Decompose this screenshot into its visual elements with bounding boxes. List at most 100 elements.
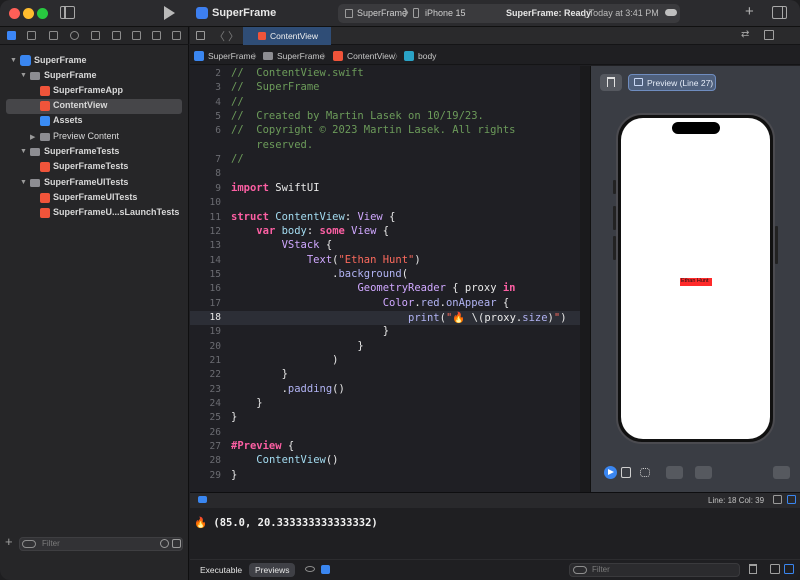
code-line[interactable]: 7 // (190, 153, 580, 167)
line-number[interactable]: 15 (190, 269, 221, 280)
run-destination-selector[interactable]: iPhone 15 (425, 8, 466, 18)
code-line[interactable]: 28 ContentView() (190, 454, 580, 468)
add-file-button[interactable]: + (5, 534, 13, 549)
line-number[interactable]: 20 (190, 341, 221, 352)
line-number[interactable]: 24 (190, 398, 221, 409)
code-line[interactable]: 29} (190, 469, 580, 483)
editor-canvas-divider[interactable] (580, 66, 590, 492)
line-number[interactable]: 23 (190, 384, 221, 395)
line-number[interactable]: 14 (190, 255, 221, 266)
code-line[interactable]: 8 (190, 167, 580, 181)
jump-bar-project[interactable]: SuperFrame (208, 51, 255, 61)
code-line[interactable]: 11 struct ContentView: View { (190, 211, 580, 225)
jump-bar-group[interactable]: SuperFrame (277, 51, 324, 61)
disclosure-down-icon[interactable]: ▼ (10, 57, 17, 64)
line-number[interactable]: 28 (190, 455, 221, 466)
disclosure-down-icon[interactable]: ▼ (20, 72, 27, 79)
tree-item-folder[interactable]: ▼ SuperFrameTests (6, 145, 182, 160)
code-line[interactable]: 2 // ContentView.swift (190, 67, 580, 81)
tab-executable[interactable]: Executable (194, 563, 248, 577)
code-line[interactable]: 17 Color.red.onAppear { (190, 297, 580, 311)
scheme-selector[interactable]: SuperFrame (357, 8, 407, 18)
tree-item-assets[interactable]: Assets (6, 114, 182, 129)
symbol-icon[interactable] (49, 31, 58, 40)
tree-item-file[interactable]: SuperFrameTests (6, 160, 182, 175)
console-view-icon[interactable] (787, 495, 796, 504)
eye-icon[interactable] (305, 566, 315, 572)
tree-item-folder[interactable]: ▼ SuperFrameUITests (6, 176, 182, 191)
line-number[interactable]: 16 (190, 283, 221, 294)
code-line[interactable]: 3 // SuperFrame (190, 81, 580, 95)
adjust-editor-icon[interactable]: ⇄ (741, 29, 749, 40)
issue-icon[interactable] (91, 31, 100, 40)
split-right-icon[interactable] (784, 564, 794, 574)
disclosure-right-icon[interactable]: ▶ (30, 133, 37, 141)
line-number[interactable]: 10 (190, 197, 221, 208)
zoom-icon[interactable] (773, 466, 790, 479)
tree-item-file[interactable]: SuperFrameU...sLaunchTests (6, 206, 182, 221)
related-items-icon[interactable] (196, 31, 205, 40)
line-number[interactable]: 9 (190, 183, 221, 194)
code-line[interactable]: 4 // (190, 96, 580, 110)
line-number[interactable]: 25 (190, 412, 221, 423)
line-number[interactable]: 26 (190, 427, 221, 438)
code-line[interactable]: 15 .background( (190, 268, 580, 282)
cloud-icon[interactable] (665, 9, 677, 16)
code-line[interactable]: 23 .padding() (190, 383, 580, 397)
jump-bar-file[interactable]: ContentView (347, 51, 395, 61)
source-control-icon[interactable] (27, 31, 36, 40)
code-line[interactable]: 10 (190, 196, 580, 210)
code-line[interactable]: 13 VStack { (190, 239, 580, 253)
code-line[interactable]: 19 } (190, 325, 580, 339)
debug-icon[interactable] (132, 31, 141, 40)
line-number[interactable]: 27 (190, 441, 221, 452)
code-line[interactable]: reserved. (190, 139, 580, 153)
search-icon[interactable] (70, 31, 79, 40)
toggle-inspector-icon[interactable] (772, 6, 787, 19)
close-window-button[interactable] (9, 8, 20, 19)
test-icon[interactable] (112, 31, 121, 40)
line-number[interactable]: 21 (190, 355, 221, 366)
minimize-window-button[interactable] (23, 8, 34, 19)
tree-item-file[interactable]: SuperFrameUITests (6, 191, 182, 206)
tree-item-folder[interactable]: ▶ Preview Content (6, 130, 182, 145)
add-editor-icon[interactable] (764, 30, 774, 40)
code-line[interactable]: 18 print("🔥 \(proxy.size)") (190, 311, 580, 325)
disclosure-down-icon[interactable]: ▼ (20, 148, 27, 155)
zoom-window-button[interactable] (37, 8, 48, 19)
toggle-navigator-icon[interactable] (60, 6, 75, 19)
forward-button[interactable]: 〉 (228, 28, 239, 44)
jump-bar-symbol[interactable]: body (418, 51, 436, 61)
variables-view-icon[interactable] (773, 495, 782, 504)
line-number[interactable]: 18 (190, 312, 221, 323)
add-library-button[interactable]: + (745, 3, 754, 20)
tree-item-file-selected[interactable]: ContentView (6, 99, 182, 114)
code-line[interactable]: 21 ) (190, 354, 580, 368)
back-button[interactable]: 〈 (214, 28, 225, 44)
modified-files-icon[interactable] (172, 539, 181, 548)
canvas-device-settings-button[interactable] (666, 466, 683, 479)
code-line[interactable]: 9 import SwiftUI (190, 182, 580, 196)
breakpoint-icon[interactable] (152, 31, 161, 40)
tree-item-file[interactable]: SuperFrameApp (6, 84, 182, 99)
code-line[interactable]: 26 (190, 426, 580, 440)
line-number[interactable]: 3 (190, 82, 221, 93)
live-preview-button[interactable] (604, 466, 617, 479)
run-button[interactable] (164, 6, 175, 20)
line-number[interactable]: 22 (190, 369, 221, 380)
swift-icon[interactable] (321, 565, 330, 574)
line-number[interactable]: 19 (190, 326, 221, 337)
code-line[interactable]: 12 var body: some View { (190, 225, 580, 239)
code-line[interactable]: 14 Text("Ethan Hunt") (190, 254, 580, 268)
line-number[interactable]: 4 (190, 97, 221, 108)
line-number[interactable]: 17 (190, 298, 221, 309)
preview-text-ethan-hunt[interactable]: Ethan Hunt (680, 278, 712, 286)
folder-icon[interactable] (7, 31, 16, 40)
trash-icon[interactable] (749, 564, 757, 574)
code-line[interactable]: 5 // Created by Martin Lasek on 10/19/23. (190, 110, 580, 124)
device-selector-button[interactable] (695, 466, 712, 479)
line-number[interactable]: 7 (190, 154, 221, 165)
line-number[interactable]: 29 (190, 470, 221, 481)
recent-files-icon[interactable] (160, 539, 169, 548)
disclosure-down-icon[interactable]: ▼ (20, 179, 27, 186)
